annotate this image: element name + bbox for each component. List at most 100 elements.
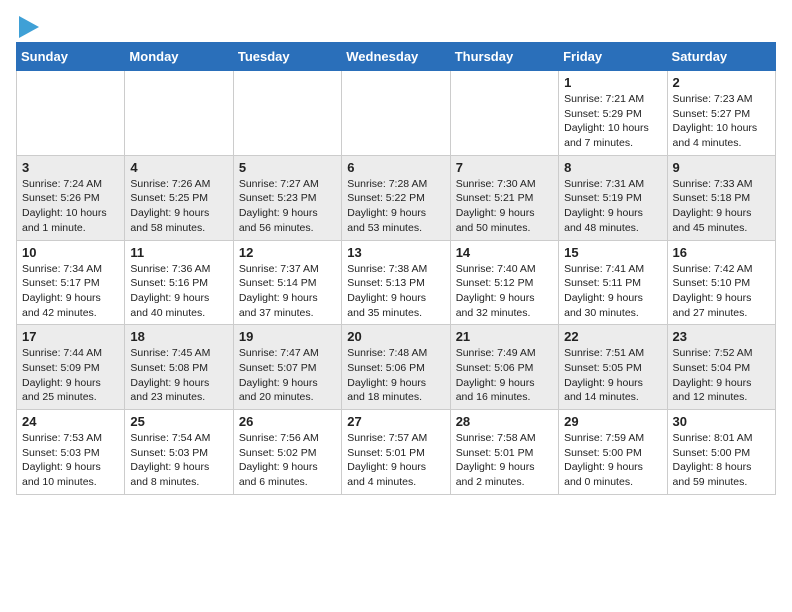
day-info: Sunrise: 7:33 AMSunset: 5:18 PMDaylight:…: [673, 177, 770, 236]
calendar-day-cell: 5 Sunrise: 7:27 AMSunset: 5:23 PMDaylight…: [233, 155, 341, 240]
weekday-header: Wednesday: [342, 43, 450, 71]
day-info: Sunrise: 7:53 AMSunset: 5:03 PMDaylight:…: [22, 431, 119, 490]
calendar-day-cell: 14 Sunrise: 7:40 AMSunset: 5:12 PMDayligh…: [450, 240, 558, 325]
day-number: 25: [130, 414, 227, 429]
calendar-day-cell: [233, 71, 341, 156]
day-number: 14: [456, 245, 553, 260]
calendar-day-cell: 2 Sunrise: 7:23 AMSunset: 5:27 PMDaylight…: [667, 71, 775, 156]
calendar-day-cell: 30 Sunrise: 8:01 AMSunset: 5:00 PMDayligh…: [667, 410, 775, 495]
day-info: Sunrise: 7:44 AMSunset: 5:09 PMDaylight:…: [22, 346, 119, 405]
calendar-header-row: SundayMondayTuesdayWednesdayThursdayFrid…: [17, 43, 776, 71]
day-number: 2: [673, 75, 770, 90]
day-number: 16: [673, 245, 770, 260]
calendar-week-row: 10 Sunrise: 7:34 AMSunset: 5:17 PMDayligh…: [17, 240, 776, 325]
day-number: 21: [456, 329, 553, 344]
calendar-day-cell: 6 Sunrise: 7:28 AMSunset: 5:22 PMDaylight…: [342, 155, 450, 240]
day-number: 18: [130, 329, 227, 344]
day-number: 8: [564, 160, 661, 175]
calendar-day-cell: 15Sunrise: 7:41 AMSunset: 5:11 PMDayligh…: [559, 240, 667, 325]
day-number: 17: [22, 329, 119, 344]
day-number: 22: [564, 329, 661, 344]
day-info: Sunrise: 7:36 AMSunset: 5:16 PMDaylight:…: [130, 262, 227, 321]
day-number: 10: [22, 245, 119, 260]
calendar-day-cell: 12Sunrise: 7:37 AMSunset: 5:14 PMDayligh…: [233, 240, 341, 325]
calendar-day-cell: 27Sunrise: 7:57 AMSunset: 5:01 PMDayligh…: [342, 410, 450, 495]
calendar-day-cell: 19 Sunrise: 7:47 AMSunset: 5:07 PMDayligh…: [233, 325, 341, 410]
day-info: Sunrise: 7:27 AMSunset: 5:23 PMDaylight:…: [239, 177, 336, 236]
calendar-day-cell: [342, 71, 450, 156]
day-info: Sunrise: 7:26 AMSunset: 5:25 PMDaylight:…: [130, 177, 227, 236]
calendar-day-cell: 20 Sunrise: 7:48 AMSunset: 5:06 PMDayligh…: [342, 325, 450, 410]
logo: [16, 16, 39, 34]
calendar-day-cell: 28 Sunrise: 7:58 AMSunset: 5:01 PMDayligh…: [450, 410, 558, 495]
weekday-header: Thursday: [450, 43, 558, 71]
day-info: Sunrise: 7:52 AMSunset: 5:04 PMDaylight:…: [673, 346, 770, 405]
day-number: 5: [239, 160, 336, 175]
calendar-week-row: 1 Sunrise: 7:21 AMSunset: 5:29 PMDaylight…: [17, 71, 776, 156]
calendar-week-row: 3Sunrise: 7:24 AMSunset: 5:26 PMDaylight…: [17, 155, 776, 240]
day-info: Sunrise: 7:56 AMSunset: 5:02 PMDaylight:…: [239, 431, 336, 490]
calendar-day-cell: 3Sunrise: 7:24 AMSunset: 5:26 PMDaylight…: [17, 155, 125, 240]
day-number: 23: [673, 329, 770, 344]
day-info: Sunrise: 7:58 AMSunset: 5:01 PMDaylight:…: [456, 431, 553, 490]
day-number: 1: [564, 75, 661, 90]
calendar-day-cell: 23 Sunrise: 7:52 AMSunset: 5:04 PMDayligh…: [667, 325, 775, 410]
day-number: 24: [22, 414, 119, 429]
day-info: Sunrise: 7:23 AMSunset: 5:27 PMDaylight:…: [673, 92, 770, 151]
day-number: 9: [673, 160, 770, 175]
day-number: 29: [564, 414, 661, 429]
day-info: Sunrise: 7:41 AMSunset: 5:11 PMDaylight:…: [564, 262, 661, 321]
day-number: 13: [347, 245, 444, 260]
day-info: Sunrise: 7:30 AMSunset: 5:21 PMDaylight:…: [456, 177, 553, 236]
day-info: Sunrise: 7:42 AMSunset: 5:10 PMDaylight:…: [673, 262, 770, 321]
day-number: 26: [239, 414, 336, 429]
calendar-table: SundayMondayTuesdayWednesdayThursdayFrid…: [16, 42, 776, 495]
calendar-day-cell: 21 Sunrise: 7:49 AMSunset: 5:06 PMDayligh…: [450, 325, 558, 410]
day-number: 27: [347, 414, 444, 429]
day-number: 20: [347, 329, 444, 344]
day-info: Sunrise: 7:47 AMSunset: 5:07 PMDaylight:…: [239, 346, 336, 405]
day-info: Sunrise: 7:24 AMSunset: 5:26 PMDaylight:…: [22, 177, 119, 236]
calendar-day-cell: 26 Sunrise: 7:56 AMSunset: 5:02 PMDayligh…: [233, 410, 341, 495]
day-info: Sunrise: 7:48 AMSunset: 5:06 PMDaylight:…: [347, 346, 444, 405]
day-info: Sunrise: 7:49 AMSunset: 5:06 PMDaylight:…: [456, 346, 553, 405]
calendar-day-cell: 9 Sunrise: 7:33 AMSunset: 5:18 PMDaylight…: [667, 155, 775, 240]
calendar-day-cell: 29 Sunrise: 7:59 AMSunset: 5:00 PMDayligh…: [559, 410, 667, 495]
calendar-day-cell: 11 Sunrise: 7:36 AMSunset: 5:16 PMDayligh…: [125, 240, 233, 325]
day-number: 4: [130, 160, 227, 175]
calendar-day-cell: [450, 71, 558, 156]
calendar-day-cell: 7 Sunrise: 7:30 AMSunset: 5:21 PMDaylight…: [450, 155, 558, 240]
day-info: Sunrise: 7:34 AMSunset: 5:17 PMDaylight:…: [22, 262, 119, 321]
day-info: Sunrise: 7:40 AMSunset: 5:12 PMDaylight:…: [456, 262, 553, 321]
day-number: 6: [347, 160, 444, 175]
day-number: 7: [456, 160, 553, 175]
logo-arrow-icon: [19, 16, 39, 38]
day-info: Sunrise: 8:01 AMSunset: 5:00 PMDaylight:…: [673, 431, 770, 490]
calendar-day-cell: 18 Sunrise: 7:45 AMSunset: 5:08 PMDayligh…: [125, 325, 233, 410]
day-info: Sunrise: 7:54 AMSunset: 5:03 PMDaylight:…: [130, 431, 227, 490]
calendar-day-cell: 16 Sunrise: 7:42 AMSunset: 5:10 PMDayligh…: [667, 240, 775, 325]
day-info: Sunrise: 7:59 AMSunset: 5:00 PMDaylight:…: [564, 431, 661, 490]
weekday-header: Monday: [125, 43, 233, 71]
weekday-header: Tuesday: [233, 43, 341, 71]
calendar-day-cell: 22Sunrise: 7:51 AMSunset: 5:05 PMDayligh…: [559, 325, 667, 410]
calendar-day-cell: 4 Sunrise: 7:26 AMSunset: 5:25 PMDaylight…: [125, 155, 233, 240]
day-info: Sunrise: 7:28 AMSunset: 5:22 PMDaylight:…: [347, 177, 444, 236]
day-number: 28: [456, 414, 553, 429]
day-info: Sunrise: 7:45 AMSunset: 5:08 PMDaylight:…: [130, 346, 227, 405]
calendar-day-cell: 10 Sunrise: 7:34 AMSunset: 5:17 PMDayligh…: [17, 240, 125, 325]
day-number: 30: [673, 414, 770, 429]
calendar-day-cell: 1 Sunrise: 7:21 AMSunset: 5:29 PMDaylight…: [559, 71, 667, 156]
day-number: 19: [239, 329, 336, 344]
day-number: 11: [130, 245, 227, 260]
calendar-day-cell: 24 Sunrise: 7:53 AMSunset: 5:03 PMDayligh…: [17, 410, 125, 495]
calendar-day-cell: [125, 71, 233, 156]
weekday-header: Sunday: [17, 43, 125, 71]
day-info: Sunrise: 7:38 AMSunset: 5:13 PMDaylight:…: [347, 262, 444, 321]
calendar-day-cell: 8Sunrise: 7:31 AMSunset: 5:19 PMDaylight…: [559, 155, 667, 240]
page-header: [16, 16, 776, 34]
day-info: Sunrise: 7:21 AMSunset: 5:29 PMDaylight:…: [564, 92, 661, 151]
calendar-day-cell: 13 Sunrise: 7:38 AMSunset: 5:13 PMDayligh…: [342, 240, 450, 325]
day-number: 12: [239, 245, 336, 260]
calendar-day-cell: [17, 71, 125, 156]
